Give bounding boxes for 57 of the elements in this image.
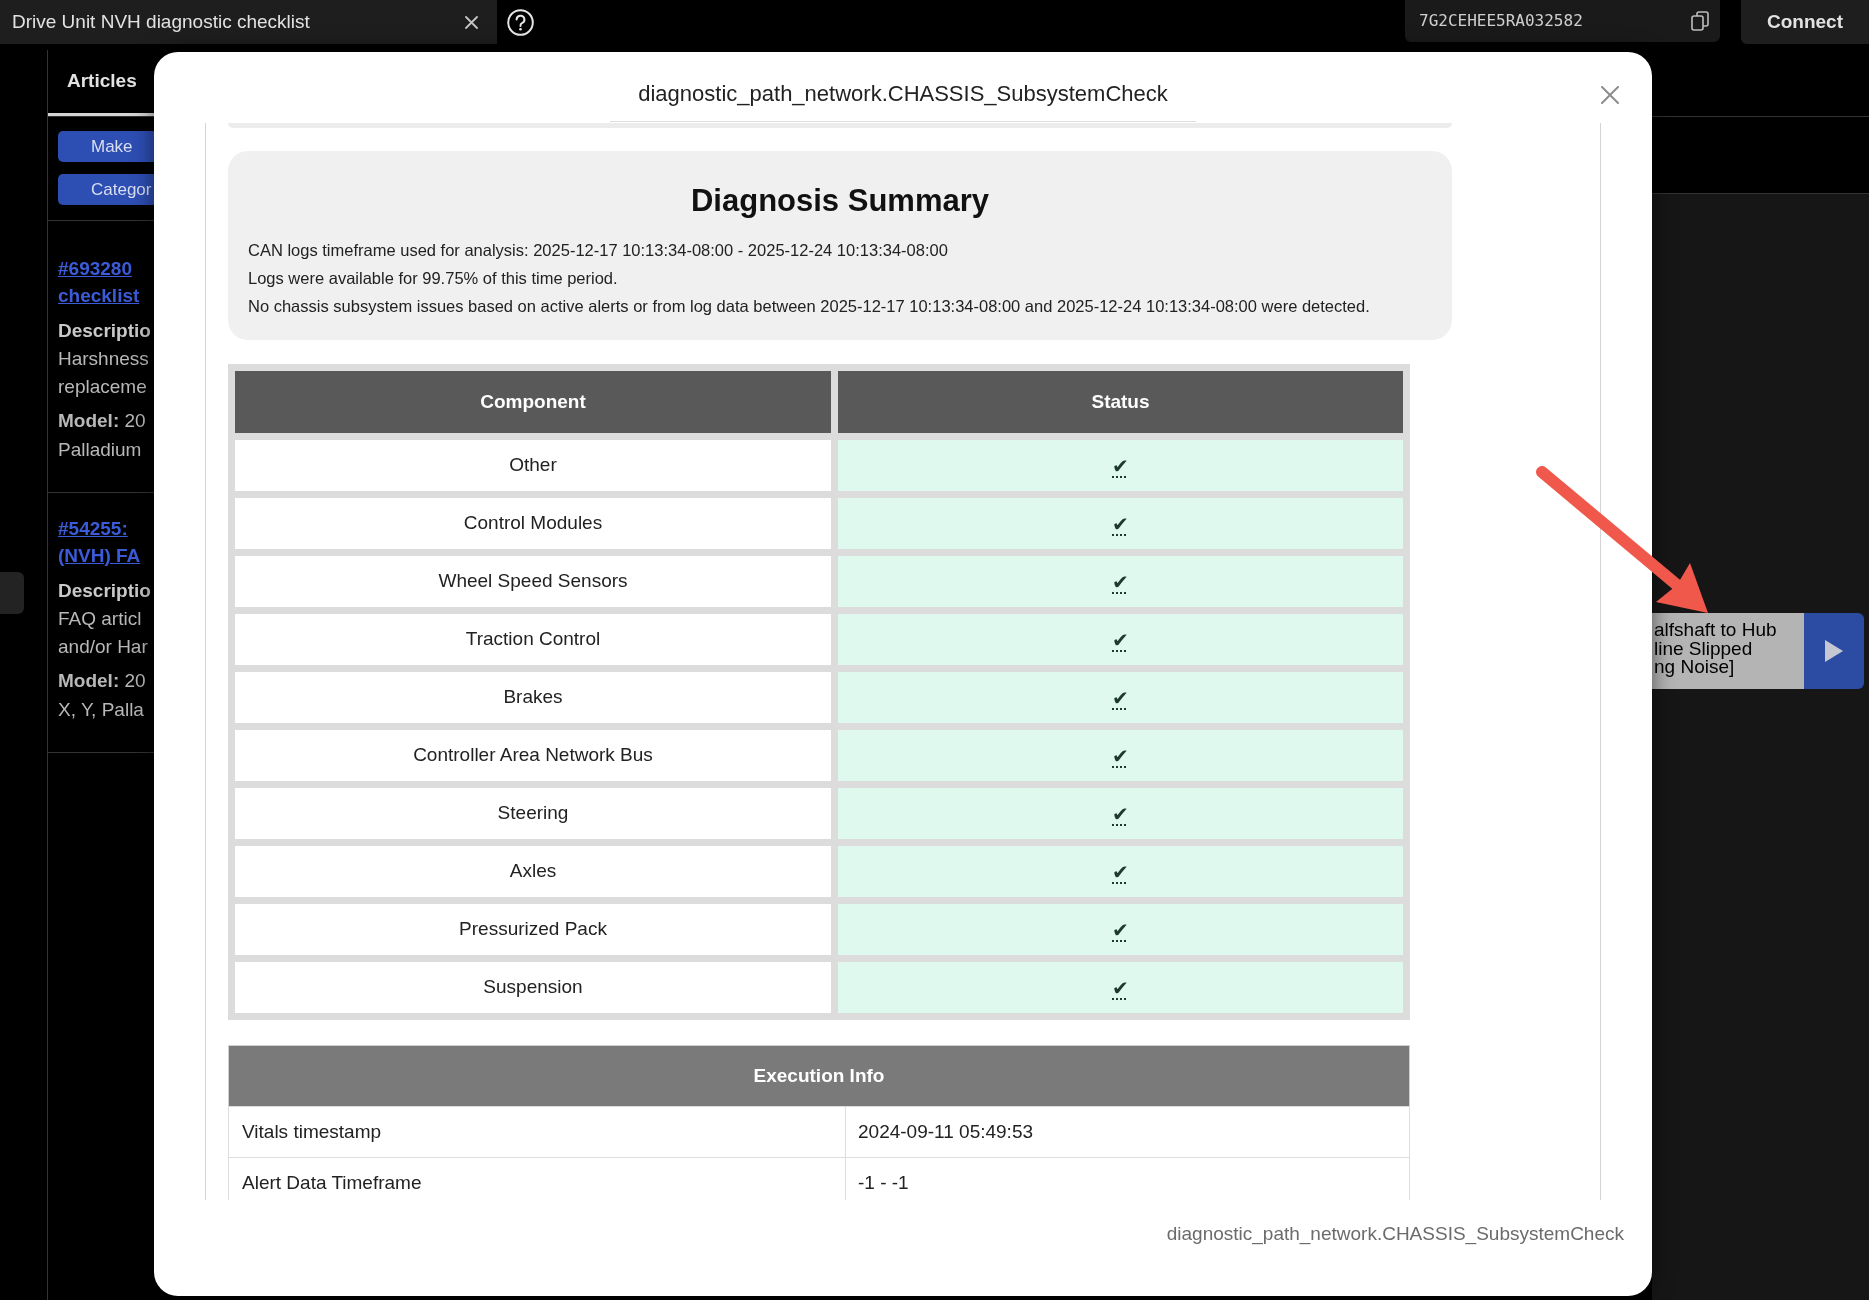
play-icon	[1825, 640, 1843, 662]
model-text: X, Y, Palla	[58, 698, 144, 722]
table-cell: Controller Area Network Bus	[235, 730, 831, 781]
article-link[interactable]: checklist	[58, 282, 140, 309]
filter-button[interactable]: Make	[58, 131, 154, 162]
document-tab[interactable]: Drive Unit NVH diagnostic checklist	[0, 0, 497, 44]
vin-text: 7G2CEHEE5RA032582	[1419, 10, 1583, 32]
connect-button[interactable]: Connect	[1741, 0, 1869, 44]
play-button[interactable]	[1804, 613, 1864, 689]
table-cell: Brakes	[235, 672, 831, 723]
status-cell: ✔	[838, 614, 1403, 665]
status-cell: ✔	[838, 730, 1403, 781]
table-cell: Wheel Speed Sensors	[235, 556, 831, 607]
summary-text: CAN logs timeframe used for analysis: 2025-12-17 10:13:34-08:00 - 2025-12-24 10:13:34-08:00	[248, 240, 948, 261]
table-cell: Other	[235, 440, 831, 491]
close-icon[interactable]	[465, 15, 478, 29]
table-cell: Traction Control	[235, 614, 831, 665]
column-header: Status	[838, 371, 1403, 433]
article-link[interactable]: #54255:	[58, 515, 128, 542]
description-label: Descriptio	[58, 579, 151, 603]
table-cell: Axles	[235, 846, 831, 897]
summary-text: Logs were available for 99.75% of this time period.	[248, 268, 618, 289]
dialog-title: diagnostic_path_network.CHASSIS_SubsystemCheck	[610, 80, 1196, 122]
status-cell: ✔	[838, 556, 1403, 607]
footer-text: diagnostic_path_network.CHASSIS_SubsystemCheck	[1166, 1222, 1624, 1246]
model-text: Model: 20	[58, 669, 146, 693]
status-cell: ✔	[838, 962, 1403, 1013]
summary-heading: Diagnosis Summary	[690, 182, 989, 220]
summary-text: No chassis subsystem issues based on active alerts or from log data between 2025-12-17 10:13:34-08:00 and 2025-12-24 10:13:34-08:00 were detected.	[248, 296, 1370, 317]
description-text: Harshness	[58, 347, 149, 371]
model-text: Palladium	[58, 438, 142, 462]
filter-button[interactable]: Categor	[58, 174, 154, 205]
description-text: FAQ articl	[58, 607, 142, 631]
article-link[interactable]: (NVH) FA	[58, 542, 141, 569]
description-label: Descriptio	[58, 319, 151, 343]
help-icon[interactable]	[507, 8, 534, 36]
table-cell: 2024-09-11 05:49:53	[845, 1106, 1410, 1158]
table-cell: Suspension	[235, 962, 831, 1013]
status-cell: ✔	[838, 440, 1403, 491]
description-text: replaceme	[58, 375, 147, 399]
description-text: and/or Har	[58, 635, 148, 659]
status-cell: ✔	[838, 846, 1403, 897]
article-link[interactable]: #693280	[58, 255, 132, 282]
column-header: Component	[235, 371, 831, 433]
table-cell: Alert Data Timeframe	[228, 1157, 846, 1200]
table-cell: Control Modules	[235, 498, 831, 549]
status-cell: ✔	[838, 498, 1403, 549]
table-cell: Vitals timestamp	[228, 1106, 846, 1158]
model-text: Model: 20	[58, 409, 146, 433]
table-header: Execution Info	[228, 1045, 1410, 1107]
copy-icon[interactable]	[1691, 11, 1709, 31]
table-cell: Steering	[235, 788, 831, 839]
list-item[interactable]: alfshaft to Hub line Slipped ng Noise]	[1652, 613, 1804, 689]
status-cell: ✔	[838, 788, 1403, 839]
table-cell: Pressurized Pack	[235, 904, 831, 955]
status-cell: ✔	[838, 904, 1403, 955]
status-cell: ✔	[838, 672, 1403, 723]
